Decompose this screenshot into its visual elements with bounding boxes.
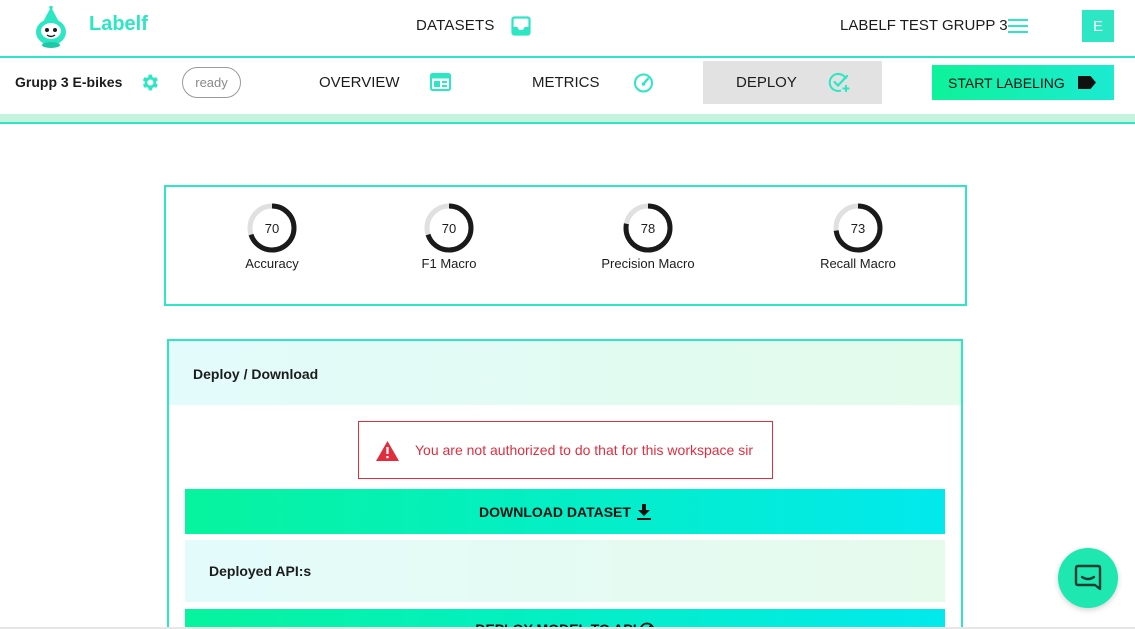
speedometer-icon[interactable]: [633, 72, 654, 93]
top-navigation-bar: Labelf DATASETS LABELF TEST GRUPP 3 E: [0, 0, 1135, 58]
chat-launcher-button[interactable]: [1058, 548, 1118, 608]
f1-macro-label: F1 Macro: [421, 256, 477, 271]
toolbar-divider: [0, 114, 1135, 124]
nav-datasets-link[interactable]: DATASETS: [416, 17, 495, 34]
start-labeling-label: START LABELING: [948, 74, 1065, 91]
check-circle-plus-icon[interactable]: [828, 71, 851, 94]
download-dataset-button[interactable]: DOWNLOAD DATASET: [185, 489, 945, 534]
recall-macro-value: 73: [850, 220, 866, 236]
metric-precision-macro: 78 Precision Macro: [578, 202, 718, 271]
tab-overview[interactable]: OVERVIEW: [319, 60, 400, 104]
metric-accuracy: 70 Accuracy: [202, 202, 342, 271]
workspace-name[interactable]: LABELF TEST GRUPP 3: [840, 17, 1008, 34]
deployed-apis-title: Deployed API:s: [209, 563, 312, 579]
accuracy-label: Accuracy: [245, 256, 299, 271]
download-dataset-label: DOWNLOAD DATASET: [479, 503, 631, 520]
deploy-panel-header: Deploy / Download: [169, 341, 961, 405]
precision-macro-progress-ring: 78: [622, 202, 674, 254]
label-tag-icon: [1078, 76, 1096, 89]
brand-name[interactable]: Labelf: [89, 13, 148, 36]
project-toolbar: Grupp 3 E-bikes ready OVERVIEW METRICS D…: [0, 60, 1135, 114]
hamburger-menu-icon[interactable]: [1008, 18, 1028, 34]
project-name: Grupp 3 E-bikes: [15, 74, 123, 90]
metric-recall-macro: 73 Recall Macro: [788, 202, 928, 271]
labelf-logo-icon[interactable]: [32, 6, 70, 48]
status-badge: ready: [182, 67, 241, 98]
alert-message: You are not authorized to do that for th…: [415, 442, 754, 458]
metrics-summary-card: 70 Accuracy 70 F1 Macro 78 Precision Mac…: [164, 185, 967, 306]
authorization-error-alert: You are not authorized to do that for th…: [358, 421, 773, 479]
inbox-icon[interactable]: [511, 16, 531, 36]
download-icon: [636, 503, 651, 520]
accuracy-value: 70: [264, 220, 280, 236]
accuracy-progress-ring: 70: [246, 202, 298, 254]
dashboard-icon[interactable]: [430, 73, 451, 91]
user-avatar[interactable]: E: [1082, 10, 1114, 42]
metric-f1-macro: 70 F1 Macro: [379, 202, 519, 271]
start-labeling-button[interactable]: START LABELING: [932, 65, 1114, 100]
tab-metrics[interactable]: METRICS: [532, 60, 600, 104]
tab-deploy[interactable]: DEPLOY: [736, 60, 797, 104]
precision-macro-label: Precision Macro: [601, 256, 695, 271]
recall-macro-progress-ring: 73: [832, 202, 884, 254]
recall-macro-label: Recall Macro: [820, 256, 896, 271]
gear-icon[interactable]: [139, 72, 160, 93]
deploy-download-panel: Deploy / Download You are not authorized…: [167, 339, 963, 629]
f1-macro-progress-ring: 70: [423, 202, 475, 254]
f1-macro-value: 70: [441, 220, 457, 236]
deploy-panel-title: Deploy / Download: [193, 366, 319, 382]
warning-triangle-icon: [376, 441, 399, 461]
chat-icon: [1074, 564, 1102, 591]
deploy-model-button[interactable]: DEPLOY MODEL TO API: [185, 609, 945, 629]
precision-macro-value: 78: [640, 220, 656, 236]
deployed-apis-section: Deployed API:s: [185, 540, 945, 602]
